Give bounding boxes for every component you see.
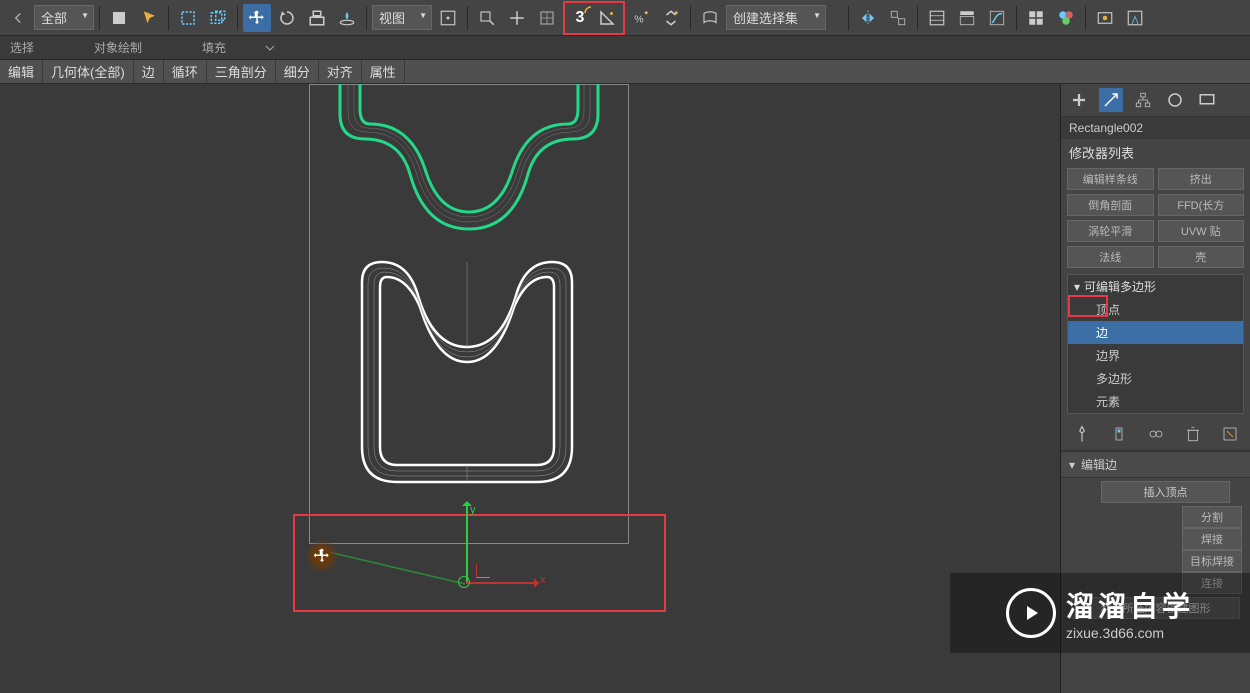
- mod-btn-bevelprofile[interactable]: 倒角剖面: [1067, 194, 1154, 216]
- remove-modifier-icon[interactable]: [1181, 422, 1205, 446]
- modifier-list-label[interactable]: 修改器列表: [1061, 139, 1250, 166]
- edge-to-gizmo-line: [320, 544, 480, 594]
- rotate-tool-icon[interactable]: [273, 4, 301, 32]
- viewport[interactable]: y x: [0, 84, 1060, 693]
- percent-snap-icon[interactable]: %: [627, 4, 655, 32]
- arrow-left-icon[interactable]: [4, 4, 32, 32]
- display-tab-icon[interactable]: [1195, 88, 1219, 112]
- create-tab-icon[interactable]: [1067, 88, 1091, 112]
- modify-tab-icon[interactable]: [1099, 88, 1123, 112]
- keyboard-shortcut-icon[interactable]: [503, 4, 531, 32]
- ribbon-labels: 选择 对象绘制 填充: [0, 36, 1250, 60]
- align-icon[interactable]: [884, 4, 912, 32]
- tab-geometry-all[interactable]: 几何体(全部): [43, 60, 134, 83]
- watermark-brand: 溜溜自学: [1066, 585, 1194, 625]
- svg-text:%: %: [634, 13, 643, 25]
- render-setup-icon[interactable]: [1091, 4, 1119, 32]
- watermark-play-icon: [1006, 588, 1056, 638]
- stack-item-edge[interactable]: 边: [1068, 321, 1243, 344]
- named-selection-dropdown[interactable]: 创建选择集: [726, 5, 826, 30]
- select-cursor-icon[interactable]: [135, 4, 163, 32]
- mod-btn-uvw[interactable]: UVW 贴: [1158, 220, 1245, 242]
- stack-highlight-box: [1068, 295, 1108, 317]
- make-unique-icon[interactable]: [1144, 422, 1168, 446]
- edit-named-sel-icon[interactable]: [696, 4, 724, 32]
- tab-edge[interactable]: 边: [134, 60, 164, 83]
- motion-tab-icon[interactable]: [1163, 88, 1187, 112]
- render-frame-icon[interactable]: [1121, 4, 1149, 32]
- toggle-ribbon-icon[interactable]: [953, 4, 981, 32]
- tab-edit[interactable]: 编辑: [0, 60, 43, 83]
- manipulate-icon[interactable]: [473, 4, 501, 32]
- move-cursor-icon: [305, 539, 339, 573]
- mod-btn-turbosmooth[interactable]: 涡轮平滑: [1067, 220, 1154, 242]
- pin-stack-icon[interactable]: [1070, 422, 1094, 446]
- gizmo-y-label: y: [470, 504, 476, 516]
- tab-subdivide[interactable]: 细分: [276, 60, 319, 83]
- coord-system-dropdown[interactable]: 视图: [372, 5, 432, 30]
- mod-btn-ffd[interactable]: FFD(长方: [1158, 194, 1245, 216]
- layer-explorer-icon[interactable]: [923, 4, 951, 32]
- placement-tool-icon[interactable]: [333, 4, 361, 32]
- split-button[interactable]: 分割: [1182, 506, 1242, 528]
- mod-btn-extrude[interactable]: 挤出: [1158, 168, 1245, 190]
- pivot-icon[interactable]: [434, 4, 462, 32]
- gizmo-origin[interactable]: [458, 576, 470, 588]
- tab-triangulate[interactable]: 三角剖分: [207, 60, 276, 83]
- object-name-field[interactable]: Rectangle002: [1061, 117, 1250, 139]
- tab-loop[interactable]: 循环: [164, 60, 207, 83]
- marquee-rect-icon[interactable]: [174, 4, 202, 32]
- draw-group-label: 对象绘制: [94, 39, 142, 56]
- selection-filter-dropdown[interactable]: 全部: [34, 5, 94, 30]
- mirror-icon[interactable]: [854, 4, 882, 32]
- tab-properties[interactable]: 属性: [362, 60, 405, 83]
- stack-item-polygon[interactable]: 多边形: [1068, 367, 1243, 390]
- select-filled-icon[interactable]: [105, 4, 133, 32]
- gizmo-x-axis[interactable]: [466, 582, 536, 584]
- snap-toggle-icon[interactable]: [533, 4, 561, 32]
- mod-btn-editspline[interactable]: 编辑样条线: [1067, 168, 1154, 190]
- mod-btn-normal[interactable]: 法线: [1067, 246, 1154, 268]
- watermark: 溜溜自学 zixue.3d66.com: [950, 573, 1250, 653]
- fill-group-label: 填充: [202, 39, 226, 56]
- insert-vertex-button[interactable]: 插入顶点: [1101, 481, 1230, 503]
- modifier-stack: ▾可编辑多边形 顶点 边 边界 多边形 元素: [1067, 274, 1244, 414]
- snap-highlight-box: 3: [563, 1, 625, 35]
- snap-3d-button[interactable]: 3: [567, 5, 593, 31]
- stack-tools-row: [1061, 418, 1250, 451]
- show-end-result-icon[interactable]: [1107, 422, 1131, 446]
- marquee-window-icon[interactable]: [204, 4, 232, 32]
- hierarchy-tab-icon[interactable]: [1131, 88, 1155, 112]
- selected-edges-shape: [330, 84, 608, 244]
- command-panel-tabs: [1061, 84, 1250, 117]
- main-toolbar: 全部 视图 3 % 创建选择集: [0, 0, 1250, 36]
- modeling-tabs: 编辑 几何体(全部) 边 循环 三角剖分 细分 对齐 属性: [0, 60, 1250, 84]
- curve-editor-icon[interactable]: [983, 4, 1011, 32]
- geometry-shape: [352, 252, 582, 492]
- schematic-view-icon[interactable]: [1022, 4, 1050, 32]
- select-group-label: 选择: [10, 39, 34, 56]
- move-tool-icon[interactable]: [243, 4, 271, 32]
- gizmo-x-label: x: [540, 574, 546, 586]
- angle-snap-icon[interactable]: [593, 4, 621, 32]
- material-editor-icon[interactable]: [1052, 4, 1080, 32]
- watermark-url: zixue.3d66.com: [1066, 625, 1194, 641]
- tab-align[interactable]: 对齐: [319, 60, 362, 83]
- configure-sets-icon[interactable]: [1218, 422, 1242, 446]
- mod-btn-shell[interactable]: 壳: [1158, 246, 1245, 268]
- stack-head-label: 可编辑多边形: [1084, 278, 1156, 295]
- scale-tool-icon[interactable]: [303, 4, 331, 32]
- spinner-snap-icon[interactable]: [657, 4, 685, 32]
- target-weld-button[interactable]: 目标焊接: [1182, 550, 1242, 572]
- gizmo-xy-plane[interactable]: [476, 564, 490, 578]
- rollup-edit-edge-label: 编辑边: [1081, 456, 1117, 473]
- rollup-edit-edge[interactable]: ▾编辑边: [1061, 451, 1250, 478]
- gizmo-y-axis[interactable]: [466, 504, 468, 584]
- stack-item-element[interactable]: 元素: [1068, 390, 1243, 413]
- fill-dropdown-icon[interactable]: [256, 34, 284, 62]
- stack-item-border[interactable]: 边界: [1068, 344, 1243, 367]
- weld-button[interactable]: 焊接: [1182, 528, 1242, 550]
